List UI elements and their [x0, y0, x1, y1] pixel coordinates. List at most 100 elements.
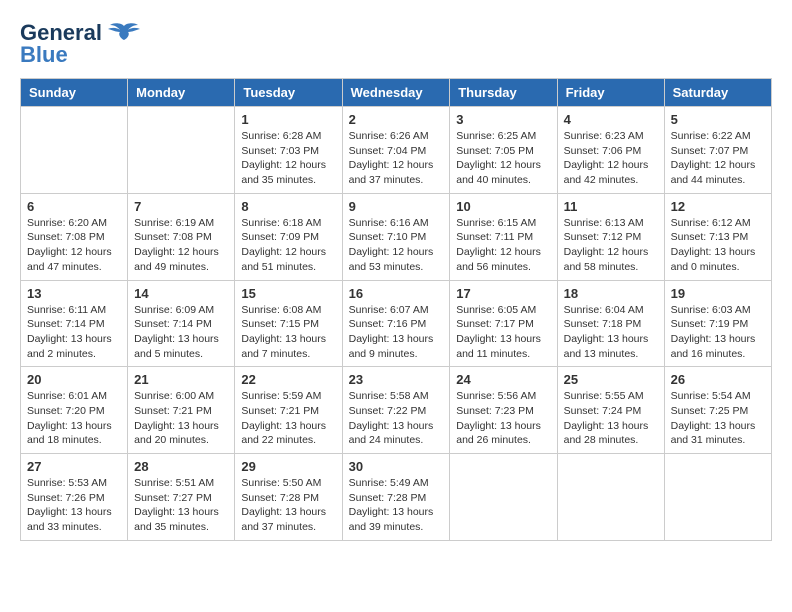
day-number: 7	[134, 199, 228, 214]
day-number: 3	[456, 112, 550, 127]
day-info: Sunrise: 5:50 AMSunset: 7:28 PMDaylight:…	[241, 476, 335, 535]
day-info: Sunrise: 6:05 AMSunset: 7:17 PMDaylight:…	[456, 303, 550, 362]
day-number: 30	[349, 459, 444, 474]
calendar-cell: 23 Sunrise: 5:58 AMSunset: 7:22 PMDayligh…	[342, 367, 450, 454]
calendar-cell: 24 Sunrise: 5:56 AMSunset: 7:23 PMDayligh…	[450, 367, 557, 454]
day-info: Sunrise: 5:54 AMSunset: 7:25 PMDaylight:…	[671, 389, 765, 448]
day-info: Sunrise: 6:01 AMSunset: 7:20 PMDaylight:…	[27, 389, 121, 448]
calendar-cell: 27Sunrise: 5:53 AMSunset: 7:26 PMDayligh…	[21, 454, 128, 541]
day-number: 5	[671, 112, 765, 127]
calendar-cell: 13 Sunrise: 6:11 AMSunset: 7:14 PMDayligh…	[21, 280, 128, 367]
logo: General Blue	[20, 20, 140, 68]
day-info: Sunrise: 6:28 AMSunset: 7:03 PMDaylight:…	[241, 129, 335, 188]
day-info: Sunrise: 6:04 AMSunset: 7:18 PMDaylight:…	[564, 303, 658, 362]
calendar-cell: 28 Sunrise: 5:51 AMSunset: 7:27 PMDayligh…	[128, 454, 235, 541]
weekday-header-saturday: Saturday	[664, 79, 771, 107]
day-info: Sunrise: 5:49 AMSunset: 7:28 PMDaylight:…	[349, 476, 444, 535]
day-number: 13	[27, 286, 121, 301]
day-number: 16	[349, 286, 444, 301]
weekday-header-wednesday: Wednesday	[342, 79, 450, 107]
calendar-cell: 20 Sunrise: 6:01 AMSunset: 7:20 PMDayligh…	[21, 367, 128, 454]
calendar-cell: 18Sunrise: 6:04 AMSunset: 7:18 PMDayligh…	[557, 280, 664, 367]
day-info: Sunrise: 6:22 AMSunset: 7:07 PMDaylight:…	[671, 129, 765, 188]
day-info: Sunrise: 6:18 AMSunset: 7:09 PMDaylight:…	[241, 216, 335, 275]
calendar-cell	[21, 107, 128, 194]
day-info: Sunrise: 6:00 AMSunset: 7:21 PMDaylight:…	[134, 389, 228, 448]
day-info: Sunrise: 6:23 AMSunset: 7:06 PMDaylight:…	[564, 129, 658, 188]
day-number: 8	[241, 199, 335, 214]
day-number: 21	[134, 372, 228, 387]
day-info: Sunrise: 6:07 AMSunset: 7:16 PMDaylight:…	[349, 303, 444, 362]
calendar-cell: 9 Sunrise: 6:16 AMSunset: 7:10 PMDaylight…	[342, 193, 450, 280]
calendar-cell: 5 Sunrise: 6:22 AMSunset: 7:07 PMDaylight…	[664, 107, 771, 194]
day-number: 2	[349, 112, 444, 127]
day-info: Sunrise: 6:08 AMSunset: 7:15 PMDaylight:…	[241, 303, 335, 362]
calendar-cell: 1Sunrise: 6:28 AMSunset: 7:03 PMDaylight…	[235, 107, 342, 194]
day-info: Sunrise: 6:19 AMSunset: 7:08 PMDaylight:…	[134, 216, 228, 275]
day-number: 20	[27, 372, 121, 387]
calendar-cell: 14Sunrise: 6:09 AMSunset: 7:14 PMDayligh…	[128, 280, 235, 367]
calendar-cell: 16 Sunrise: 6:07 AMSunset: 7:16 PMDayligh…	[342, 280, 450, 367]
calendar-table: SundayMondayTuesdayWednesdayThursdayFrid…	[20, 78, 772, 541]
day-number: 27	[27, 459, 121, 474]
calendar-cell: 6 Sunrise: 6:20 AMSunset: 7:08 PMDaylight…	[21, 193, 128, 280]
day-number: 23	[349, 372, 444, 387]
day-info: Sunrise: 6:13 AMSunset: 7:12 PMDaylight:…	[564, 216, 658, 275]
calendar-cell: 26 Sunrise: 5:54 AMSunset: 7:25 PMDayligh…	[664, 367, 771, 454]
day-number: 25	[564, 372, 658, 387]
day-number: 26	[671, 372, 765, 387]
weekday-header-row: SundayMondayTuesdayWednesdayThursdayFrid…	[21, 79, 772, 107]
day-info: Sunrise: 6:03 AMSunset: 7:19 PMDaylight:…	[671, 303, 765, 362]
day-number: 12	[671, 199, 765, 214]
day-info: Sunrise: 5:51 AMSunset: 7:27 PMDaylight:…	[134, 476, 228, 535]
calendar-cell: 4 Sunrise: 6:23 AMSunset: 7:06 PMDaylight…	[557, 107, 664, 194]
day-number: 6	[27, 199, 121, 214]
calendar-cell: 12 Sunrise: 6:12 AMSunset: 7:13 PMDayligh…	[664, 193, 771, 280]
calendar-cell: 30 Sunrise: 5:49 AMSunset: 7:28 PMDayligh…	[342, 454, 450, 541]
calendar-cell: 25 Sunrise: 5:55 AMSunset: 7:24 PMDayligh…	[557, 367, 664, 454]
weekday-header-sunday: Sunday	[21, 79, 128, 107]
day-number: 14	[134, 286, 228, 301]
calendar-cell: 17 Sunrise: 6:05 AMSunset: 7:17 PMDayligh…	[450, 280, 557, 367]
day-info: Sunrise: 5:56 AMSunset: 7:23 PMDaylight:…	[456, 389, 550, 448]
calendar-cell	[450, 454, 557, 541]
day-info: Sunrise: 6:12 AMSunset: 7:13 PMDaylight:…	[671, 216, 765, 275]
day-number: 24	[456, 372, 550, 387]
day-number: 15	[241, 286, 335, 301]
calendar-cell: 29 Sunrise: 5:50 AMSunset: 7:28 PMDayligh…	[235, 454, 342, 541]
day-number: 19	[671, 286, 765, 301]
day-info: Sunrise: 5:55 AMSunset: 7:24 PMDaylight:…	[564, 389, 658, 448]
day-number: 28	[134, 459, 228, 474]
day-info: Sunrise: 5:59 AMSunset: 7:21 PMDaylight:…	[241, 389, 335, 448]
day-info: Sunrise: 6:25 AMSunset: 7:05 PMDaylight:…	[456, 129, 550, 188]
logo-text-blue: Blue	[20, 42, 68, 68]
calendar-week-2: 6 Sunrise: 6:20 AMSunset: 7:08 PMDaylight…	[21, 193, 772, 280]
day-number: 4	[564, 112, 658, 127]
day-number: 17	[456, 286, 550, 301]
day-number: 29	[241, 459, 335, 474]
calendar-week-5: 27Sunrise: 5:53 AMSunset: 7:26 PMDayligh…	[21, 454, 772, 541]
day-info: Sunrise: 6:15 AMSunset: 7:11 PMDaylight:…	[456, 216, 550, 275]
calendar-cell: 7 Sunrise: 6:19 AMSunset: 7:08 PMDaylight…	[128, 193, 235, 280]
header: General Blue	[20, 20, 772, 68]
weekday-header-friday: Friday	[557, 79, 664, 107]
logo-bird-icon	[108, 22, 140, 44]
day-info: Sunrise: 6:11 AMSunset: 7:14 PMDaylight:…	[27, 303, 121, 362]
calendar-cell: 8 Sunrise: 6:18 AMSunset: 7:09 PMDaylight…	[235, 193, 342, 280]
calendar-cell	[128, 107, 235, 194]
calendar-week-1: 1Sunrise: 6:28 AMSunset: 7:03 PMDaylight…	[21, 107, 772, 194]
calendar-cell: 3 Sunrise: 6:25 AMSunset: 7:05 PMDaylight…	[450, 107, 557, 194]
calendar-cell: 22 Sunrise: 5:59 AMSunset: 7:21 PMDayligh…	[235, 367, 342, 454]
day-info: Sunrise: 6:26 AMSunset: 7:04 PMDaylight:…	[349, 129, 444, 188]
calendar-cell: 21 Sunrise: 6:00 AMSunset: 7:21 PMDayligh…	[128, 367, 235, 454]
calendar-cell: 10Sunrise: 6:15 AMSunset: 7:11 PMDayligh…	[450, 193, 557, 280]
calendar-cell	[664, 454, 771, 541]
day-info: Sunrise: 5:58 AMSunset: 7:22 PMDaylight:…	[349, 389, 444, 448]
weekday-header-thursday: Thursday	[450, 79, 557, 107]
day-info: Sunrise: 6:16 AMSunset: 7:10 PMDaylight:…	[349, 216, 444, 275]
weekday-header-tuesday: Tuesday	[235, 79, 342, 107]
day-info: Sunrise: 6:20 AMSunset: 7:08 PMDaylight:…	[27, 216, 121, 275]
calendar-week-3: 13 Sunrise: 6:11 AMSunset: 7:14 PMDayligh…	[21, 280, 772, 367]
day-number: 22	[241, 372, 335, 387]
day-number: 9	[349, 199, 444, 214]
